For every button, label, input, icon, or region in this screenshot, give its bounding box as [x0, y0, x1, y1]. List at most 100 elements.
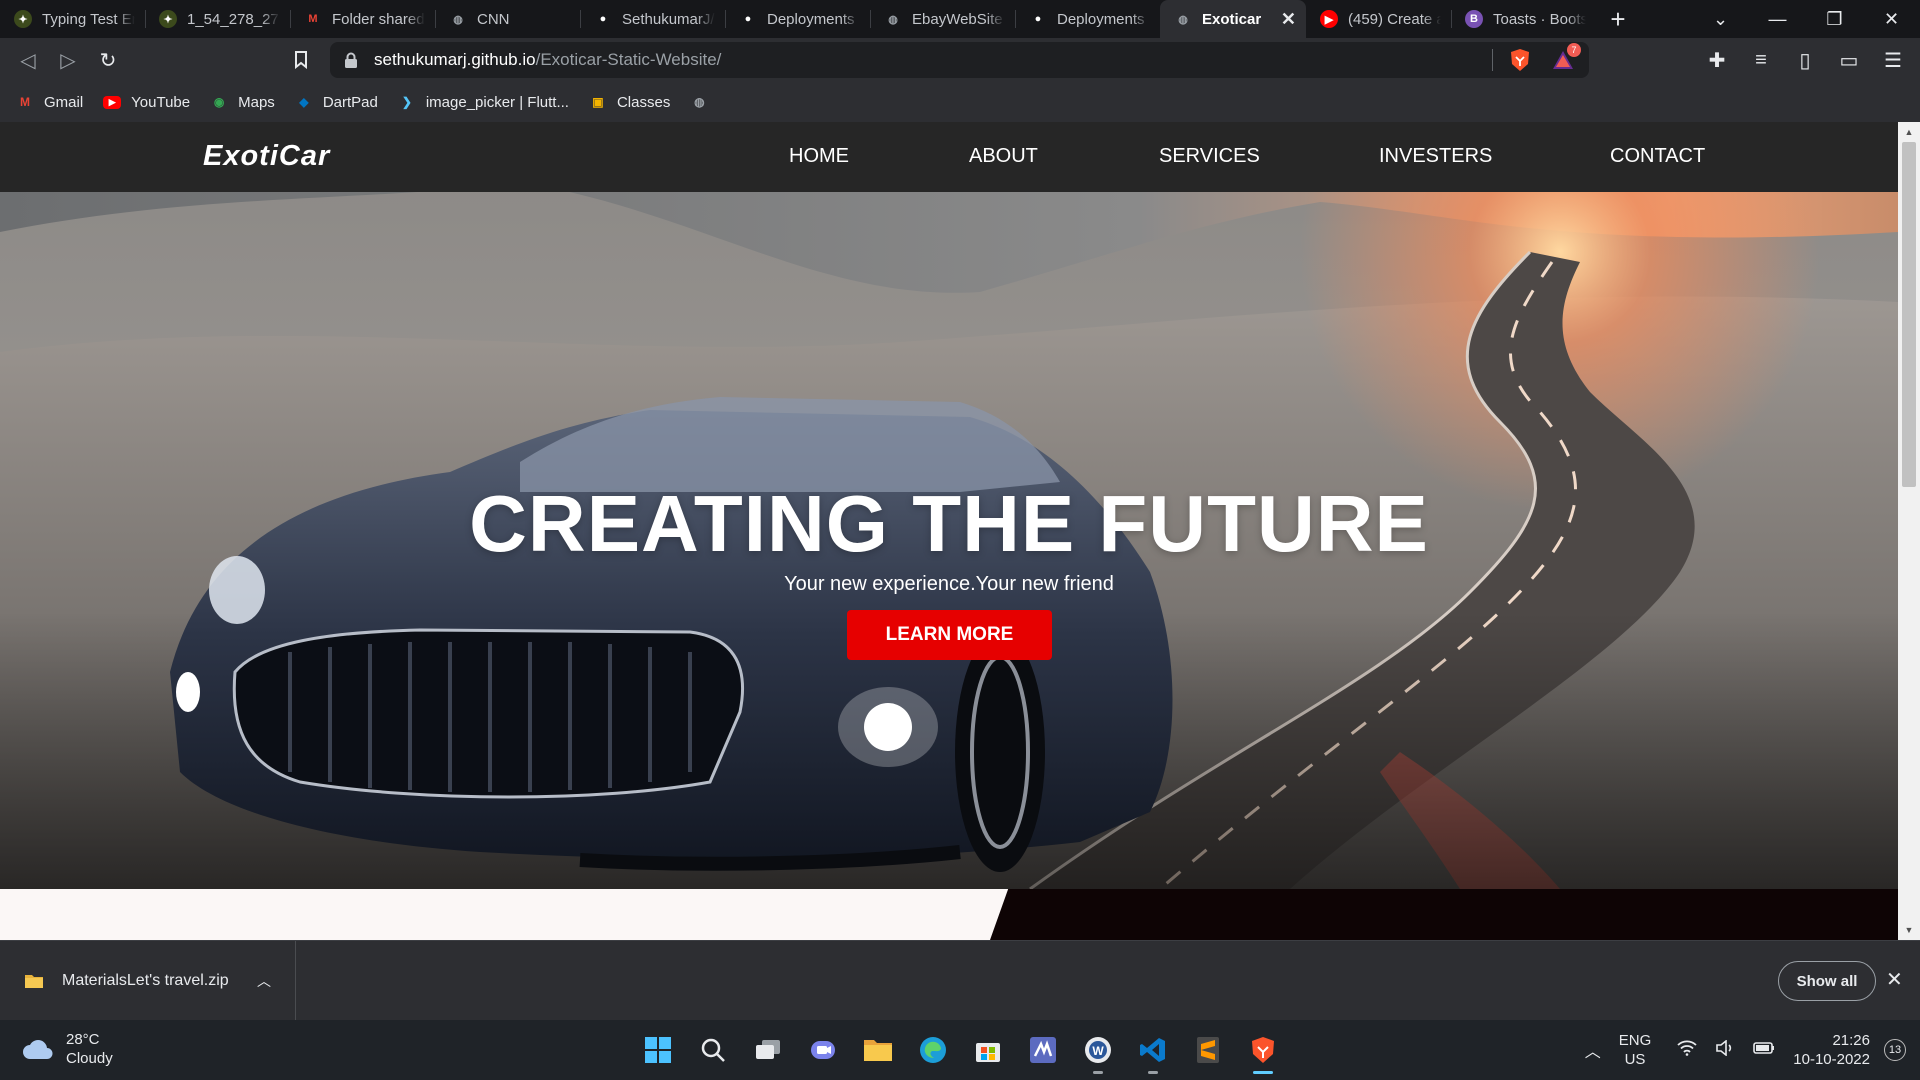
sidebar-icon[interactable]: ▯: [1794, 48, 1816, 73]
tab-9[interactable]: ▶ (459) Create a: [1306, 0, 1451, 38]
hero-section: CREATING THE FUTURE Your new experience.…: [0, 192, 1898, 889]
tab-0[interactable]: ✦ Typing Test Engl: [0, 0, 145, 38]
dart-icon: ◆: [299, 95, 309, 109]
scroll-thumb[interactable]: [1902, 142, 1916, 487]
scroll-down-arrow-icon[interactable]: ▼: [1898, 922, 1920, 938]
youtube-icon: ▶: [1320, 10, 1338, 28]
svg-text:W: W: [1092, 1044, 1104, 1058]
classroom-icon: ▣: [592, 95, 604, 109]
show-all-button[interactable]: Show all: [1778, 961, 1876, 1001]
wallet-icon[interactable]: ▭: [1838, 48, 1860, 73]
globe-icon: ◍: [1178, 13, 1188, 26]
chevron-up-icon[interactable]: ︿: [257, 971, 271, 991]
restore-icon[interactable]: ❐: [1806, 0, 1863, 38]
tab-4[interactable]: ● SethukumarJ/E: [580, 0, 725, 38]
github-icon: ●: [744, 13, 752, 25]
nav-contact[interactable]: CONTACT: [1610, 145, 1705, 168]
close-window-icon[interactable]: ✕: [1863, 0, 1920, 38]
bookmark-2[interactable]: ◉ Maps: [210, 93, 275, 111]
clock[interactable]: 21:26 10-10-2022: [1793, 1031, 1870, 1069]
brave-icon[interactable]: [1243, 1030, 1283, 1074]
menu-icon[interactable]: ☰: [1882, 48, 1904, 73]
extensions-icon[interactable]: ✚: [1706, 48, 1728, 73]
volume-icon[interactable]: [1715, 1038, 1735, 1061]
bookmark-label: DartPad: [322, 93, 378, 111]
bookmark-label: Classes: [616, 93, 671, 111]
tab-6[interactable]: ◍ EbayWebSite: [870, 0, 1015, 38]
tab-2[interactable]: M Folder shared: [290, 0, 435, 38]
tab-search-icon[interactable]: ⌄: [1692, 0, 1749, 38]
vscode-icon[interactable]: [1133, 1030, 1173, 1074]
close-icon[interactable]: ✕: [1886, 967, 1903, 992]
lang-line2: US: [1624, 1051, 1646, 1068]
bookmark-0[interactable]: M Gmail: [16, 93, 83, 111]
nav-services[interactable]: SERVICES: [1159, 145, 1260, 168]
bookmark-label: image_picker | Flutt...: [425, 93, 569, 111]
bookmark-icon[interactable]: [290, 48, 312, 72]
forward-button[interactable]: ▷: [48, 40, 88, 80]
notification-badge[interactable]: 13: [1884, 1039, 1906, 1061]
bookmark-6[interactable]: ◍: [690, 93, 718, 111]
word-icon[interactable]: W: [1078, 1030, 1118, 1074]
tab-1[interactable]: ✦ 1_54_278_272_: [145, 0, 290, 38]
battery-icon[interactable]: [1753, 1041, 1775, 1060]
address-bar[interactable]: sethukumarj.github.io/Exoticar-Static-We…: [330, 42, 1589, 78]
tab-label: EbayWebSite: [912, 10, 1003, 28]
globe-icon: ◍: [694, 95, 705, 109]
bookmark-4[interactable]: ❯ image_picker | Flutt...: [398, 93, 569, 111]
nav-investers[interactable]: INVESTERS: [1379, 145, 1492, 168]
back-button[interactable]: ◁: [8, 40, 48, 80]
omnibox-divider: [1492, 49, 1493, 71]
brave-shield-icon[interactable]: [1509, 48, 1531, 72]
task-view-icon[interactable]: [748, 1030, 788, 1070]
wifi-icon[interactable]: [1677, 1040, 1697, 1061]
sublime-icon[interactable]: [1188, 1030, 1228, 1070]
zip-folder-icon: [25, 975, 43, 988]
visual-studio-icon[interactable]: [1023, 1030, 1063, 1070]
windows-taskbar: 28°C Cloudy W ︿ ENG US 21:26 10-10-2022 …: [0, 1020, 1920, 1080]
rewards-badge: 7: [1567, 43, 1581, 57]
weather-widget[interactable]: 28°C Cloudy: [22, 1030, 113, 1068]
edge-icon[interactable]: [913, 1030, 953, 1070]
learn-more-button[interactable]: LEARN MORE: [847, 610, 1052, 660]
teams-chat-icon[interactable]: [803, 1030, 843, 1070]
ninja-icon: ✦: [14, 10, 32, 28]
page-scrollbar[interactable]: ▲ ▼: [1898, 122, 1920, 940]
tab-label: (459) Create a: [1348, 10, 1441, 28]
chevron-up-icon[interactable]: ︿: [1585, 1038, 1601, 1062]
scroll-up-arrow-icon[interactable]: ▲: [1898, 124, 1920, 140]
download-item[interactable]: MaterialsLet's travel.zip ︿: [0, 941, 296, 1021]
bookmark-1[interactable]: ▶ YouTube: [103, 94, 190, 111]
tab-5[interactable]: ● Deployments: [725, 0, 870, 38]
store-icon[interactable]: [968, 1030, 1008, 1070]
tab-8[interactable]: ◍ Exoticar ✕: [1160, 0, 1306, 38]
url-path: /Exoticar-Static-Website/: [535, 50, 722, 69]
tab-10[interactable]: B Toasts · Bootst: [1451, 0, 1596, 38]
bookmark-3[interactable]: ◆ DartPad: [295, 93, 378, 111]
bookmark-5[interactable]: ▣ Classes: [589, 93, 670, 111]
tab-7[interactable]: ● Deployments: [1015, 0, 1160, 38]
download-filename: MaterialsLet's travel.zip: [62, 972, 229, 989]
language-indicator[interactable]: ENG US: [1619, 1031, 1652, 1069]
reload-button[interactable]: ↻: [88, 40, 128, 80]
tab-label: Typing Test Engl: [42, 10, 135, 28]
minimize-icon[interactable]: —: [1749, 0, 1806, 38]
new-tab-button[interactable]: +: [1596, 0, 1640, 38]
search-icon[interactable]: [693, 1030, 733, 1070]
nav-about[interactable]: ABOUT: [969, 145, 1038, 168]
file-explorer-icon[interactable]: [858, 1030, 898, 1070]
tab-label: Deployments: [1057, 10, 1145, 28]
url-host: sethukumarj.github.io: [374, 50, 536, 69]
playlist-icon[interactable]: ≡: [1750, 49, 1772, 72]
tab-label: Exoticar: [1202, 10, 1262, 28]
brave-rewards-icon[interactable]: 7: [1551, 43, 1581, 71]
windows-start-icon[interactable]: [638, 1030, 678, 1070]
maps-icon: ◉: [213, 95, 225, 109]
tab-3[interactable]: ◍ CNN: [435, 0, 580, 38]
next-section-light: [0, 889, 1000, 940]
nav-home[interactable]: HOME: [789, 145, 849, 168]
flutter-icon: ❯: [401, 95, 412, 109]
github-icon: ●: [1034, 13, 1042, 25]
clock-time: 21:26: [1832, 1032, 1870, 1049]
tab-close-icon[interactable]: ✕: [1281, 9, 1296, 30]
